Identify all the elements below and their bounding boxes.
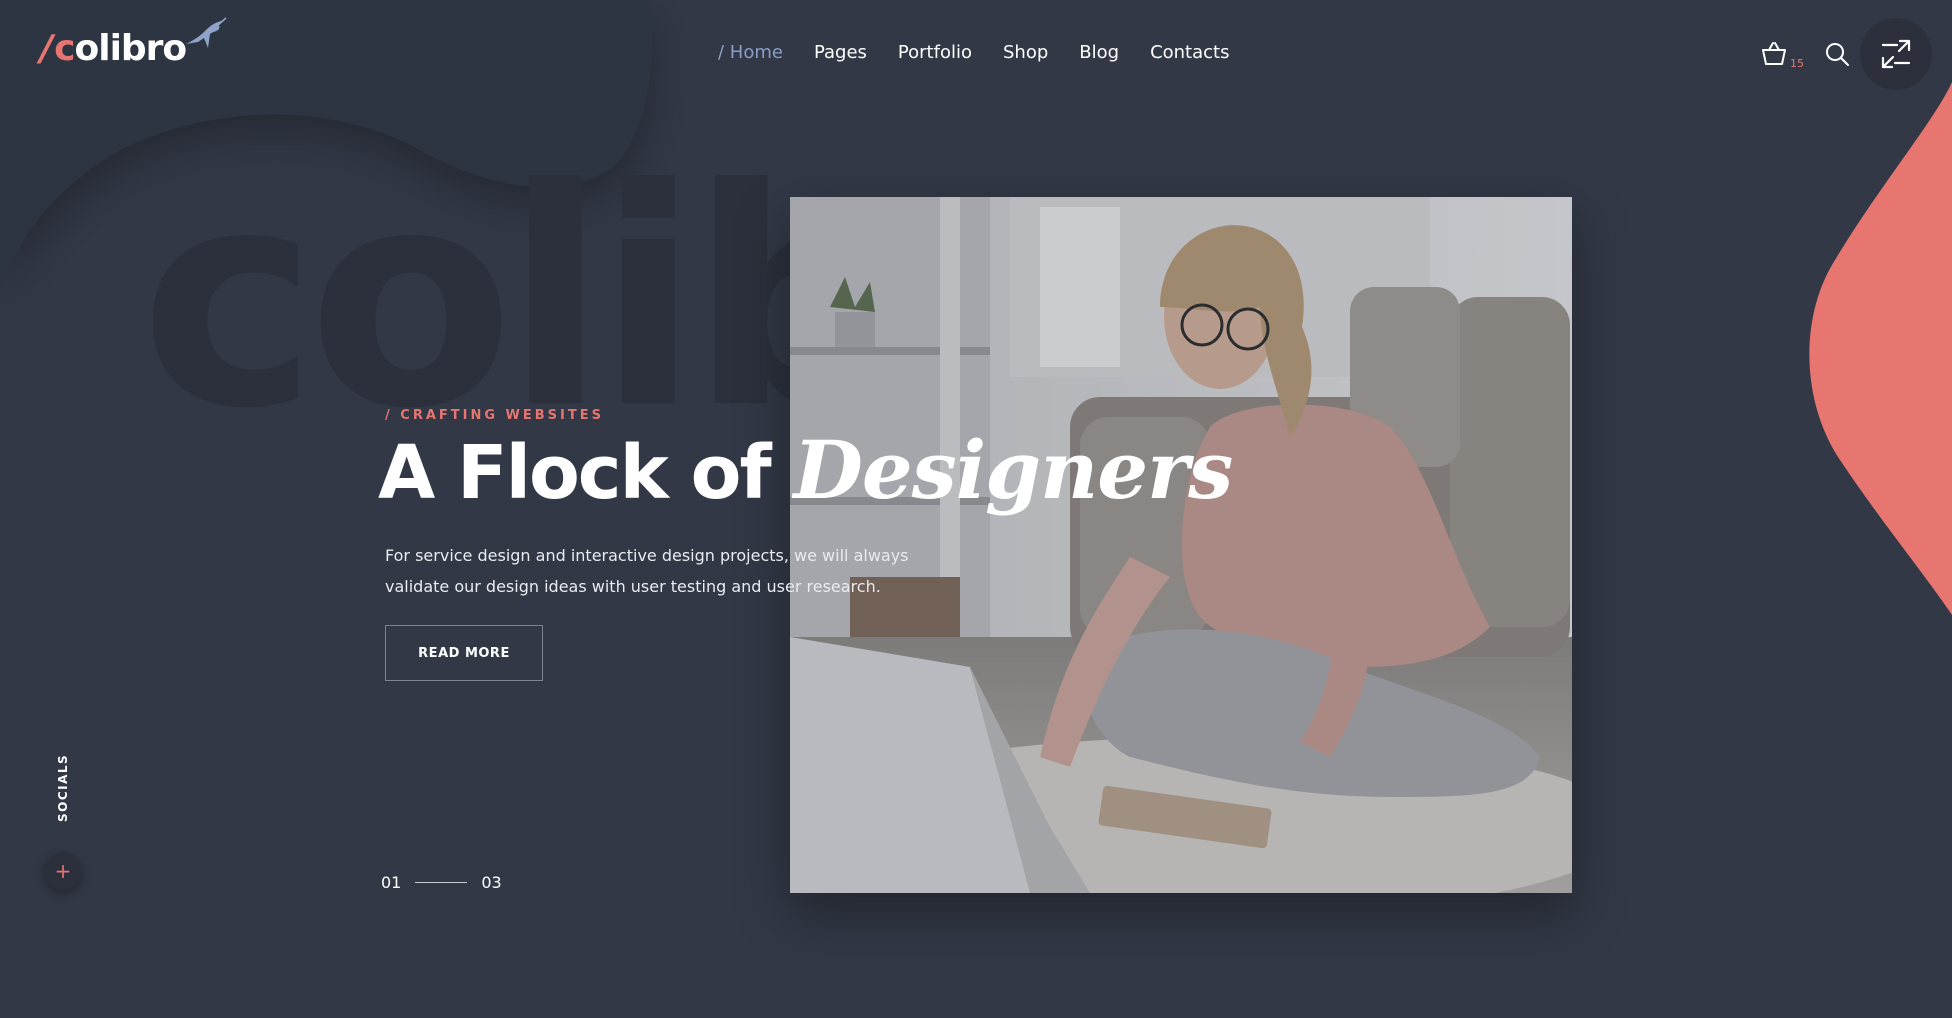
cart-count-badge: 15 [1790, 57, 1804, 70]
headline-italic: Designers [793, 423, 1233, 517]
coral-blob-shape [1809, 82, 1952, 615]
socials-toggle-button[interactable]: + [44, 852, 82, 890]
nav-item-contacts[interactable]: Contacts [1150, 42, 1229, 63]
pager-progress-line [415, 882, 468, 883]
basket-icon [1762, 42, 1786, 65]
nav-item-blog[interactable]: Blog [1079, 42, 1119, 63]
logo-wordmark: /colibro [40, 27, 188, 69]
headline-plain: A Flock of [378, 430, 794, 516]
hero-headline: A Flock of Designers [378, 420, 1233, 520]
nav-item-portfolio[interactable]: Portfolio [898, 42, 972, 63]
hummingbird-icon [186, 17, 227, 48]
logo-rest: olibro [74, 27, 188, 69]
page: colibro /colibro / Home Pages Portfolio … [0, 0, 1952, 1018]
site-logo[interactable]: /colibro [40, 17, 228, 78]
slide-pager: 01 03 [381, 873, 502, 892]
hero-description: For service design and interactive desig… [385, 546, 909, 596]
pager-current[interactable]: 01 [381, 873, 401, 892]
main-nav: / Home Pages Portfolio Shop Blog Contact… [718, 42, 1229, 63]
pager-total[interactable]: 03 [481, 873, 501, 892]
search-icon [1826, 43, 1849, 66]
expand-icon [1881, 39, 1911, 69]
socials-label: SOCIALS [56, 753, 70, 822]
nav-item-pages[interactable]: Pages [814, 42, 867, 63]
nav-item-shop[interactable]: Shop [1003, 42, 1048, 63]
plus-icon: + [54, 859, 72, 883]
nav-item-home[interactable]: / Home [718, 42, 783, 63]
header-actions: 15 [1760, 18, 1932, 90]
logo-slash: / [40, 27, 53, 69]
search-button[interactable] [1824, 41, 1850, 67]
expand-button[interactable] [1860, 18, 1932, 90]
read-more-button[interactable]: READ MORE [385, 625, 543, 681]
logo-c: c [54, 27, 75, 69]
cart-button[interactable]: 15 [1760, 40, 1804, 70]
